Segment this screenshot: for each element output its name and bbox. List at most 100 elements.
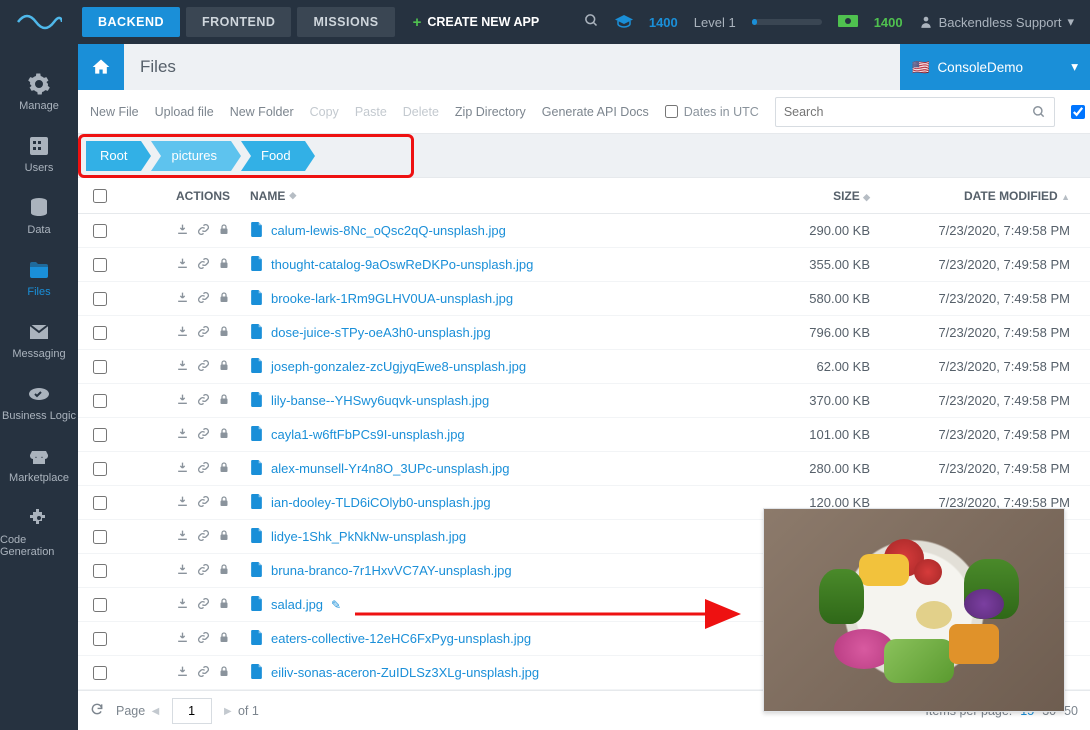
crumb-food[interactable]: Food [241, 141, 305, 171]
link-icon[interactable] [197, 291, 210, 307]
next-page-icon[interactable]: ► [222, 704, 234, 718]
global-search-icon[interactable] [584, 13, 599, 31]
crumb-pictures[interactable]: pictures [151, 141, 231, 171]
row-checkbox[interactable] [93, 462, 107, 476]
download-icon[interactable] [176, 359, 189, 375]
row-checkbox[interactable] [93, 292, 107, 306]
file-name-link[interactable]: lidye-1Shk_PkNkNw-unsplash.jpg [271, 529, 466, 544]
ipp-50[interactable]: 50 [1064, 704, 1078, 718]
link-icon[interactable] [197, 597, 210, 613]
dates-utc-checkbox[interactable] [665, 105, 678, 118]
upload-file-button[interactable]: Upload file [155, 105, 214, 119]
lock-icon[interactable] [218, 597, 230, 613]
tab-missions[interactable]: MISSIONS [297, 7, 394, 37]
link-icon[interactable] [197, 665, 210, 681]
link-icon[interactable] [197, 257, 210, 273]
lock-icon[interactable] [218, 495, 230, 511]
file-name-link[interactable]: joseph-gonzalez-zcUgjyqEwe8-unsplash.jpg [271, 359, 526, 374]
row-checkbox[interactable] [93, 360, 107, 374]
file-name-link[interactable]: lily-banse--YHSwy6uqvk-unsplash.jpg [271, 393, 489, 408]
sidebar-item-messaging[interactable]: Messaging [0, 310, 78, 372]
link-icon[interactable] [197, 223, 210, 239]
row-checkbox[interactable] [93, 632, 107, 646]
sidebar-item-marketplace[interactable]: Marketplace [0, 434, 78, 496]
sidebar-item-manage[interactable]: Manage [0, 62, 78, 124]
row-checkbox[interactable] [93, 224, 107, 238]
link-icon[interactable] [197, 325, 210, 341]
tab-frontend[interactable]: FRONTEND [186, 7, 291, 37]
app-selector[interactable]: 🇺🇸 ConsoleDemo ▾ [900, 44, 1090, 90]
link-icon[interactable] [197, 393, 210, 409]
academy-icon[interactable] [615, 14, 633, 31]
row-checkbox[interactable] [93, 564, 107, 578]
file-name-link[interactable]: calum-lewis-8Nc_oQsc2qQ-unsplash.jpg [271, 223, 506, 238]
zip-button[interactable]: Zip Directory [455, 105, 526, 119]
link-icon[interactable] [197, 495, 210, 511]
lock-icon[interactable] [218, 359, 230, 375]
lock-icon[interactable] [218, 563, 230, 579]
row-checkbox[interactable] [93, 666, 107, 680]
lock-icon[interactable] [218, 291, 230, 307]
link-icon[interactable] [197, 427, 210, 443]
column-size[interactable]: SIZE ◆ [770, 189, 890, 203]
sidebar-item-users[interactable]: Users [0, 124, 78, 186]
tab-backend[interactable]: BACKEND [82, 7, 180, 37]
column-name[interactable]: NAME◆ [242, 189, 770, 203]
logo[interactable] [0, 0, 78, 44]
page-input[interactable] [172, 698, 212, 724]
link-icon[interactable] [197, 563, 210, 579]
link-icon[interactable] [197, 631, 210, 647]
file-name-link[interactable]: eaters-collective-12eHC6FxPyg-unsplash.j… [271, 631, 531, 646]
download-icon[interactable] [176, 597, 189, 613]
download-icon[interactable] [176, 563, 189, 579]
lock-icon[interactable] [218, 665, 230, 681]
lock-icon[interactable] [218, 427, 230, 443]
create-app-button[interactable]: + CREATE NEW APP [413, 14, 540, 31]
lock-icon[interactable] [218, 631, 230, 647]
file-name-link[interactable]: salad.jpg [271, 597, 323, 612]
row-checkbox[interactable] [93, 496, 107, 510]
sidebar-item-business-logic[interactable]: Business Logic [0, 372, 78, 434]
search-subdirectories-checkbox[interactable] [1071, 105, 1085, 119]
search-box[interactable] [775, 97, 1055, 127]
lock-icon[interactable] [218, 325, 230, 341]
download-icon[interactable] [176, 631, 189, 647]
download-icon[interactable] [176, 223, 189, 239]
refresh-icon[interactable] [90, 702, 104, 719]
download-icon[interactable] [176, 495, 189, 511]
download-icon[interactable] [176, 461, 189, 477]
link-icon[interactable] [197, 359, 210, 375]
row-checkbox[interactable] [93, 326, 107, 340]
lock-icon[interactable] [218, 393, 230, 409]
row-checkbox[interactable] [93, 394, 107, 408]
lock-icon[interactable] [218, 461, 230, 477]
prev-page-icon[interactable]: ◄ [149, 704, 161, 718]
download-icon[interactable] [176, 291, 189, 307]
download-icon[interactable] [176, 257, 189, 273]
new-file-button[interactable]: New File [90, 105, 139, 119]
sidebar-item-files[interactable]: Files [0, 248, 78, 310]
file-name-link[interactable]: dose-juice-sTPy-oeA3h0-unsplash.jpg [271, 325, 491, 340]
file-name-link[interactable]: ian-dooley-TLD6iCOlyb0-unsplash.jpg [271, 495, 491, 510]
row-checkbox[interactable] [93, 258, 107, 272]
column-date[interactable]: DATE MODIFIED ▲ [890, 189, 1090, 203]
download-icon[interactable] [176, 393, 189, 409]
file-name-link[interactable]: thought-catalog-9aOswReDKPo-unsplash.jpg [271, 257, 533, 272]
download-icon[interactable] [176, 529, 189, 545]
file-name-link[interactable]: bruna-branco-7r1HxvVC7AY-unsplash.jpg [271, 563, 512, 578]
new-folder-button[interactable]: New Folder [230, 105, 294, 119]
search-input[interactable] [784, 105, 1032, 119]
row-checkbox[interactable] [93, 598, 107, 612]
lock-icon[interactable] [218, 529, 230, 545]
file-name-link[interactable]: eiliv-sonas-aceron-ZuIDLSz3XLg-unsplash.… [271, 665, 539, 680]
edit-icon[interactable]: ✎ [331, 598, 341, 612]
sidebar-item-code-generation[interactable]: Code Generation [0, 496, 78, 570]
file-name-link[interactable]: brooke-lark-1Rm9GLHV0UA-unsplash.jpg [271, 291, 513, 306]
link-icon[interactable] [197, 529, 210, 545]
download-icon[interactable] [176, 325, 189, 341]
lock-icon[interactable] [218, 223, 230, 239]
lock-icon[interactable] [218, 257, 230, 273]
row-checkbox[interactable] [93, 530, 107, 544]
row-checkbox[interactable] [93, 428, 107, 442]
crumb-root[interactable]: Root [86, 141, 141, 171]
